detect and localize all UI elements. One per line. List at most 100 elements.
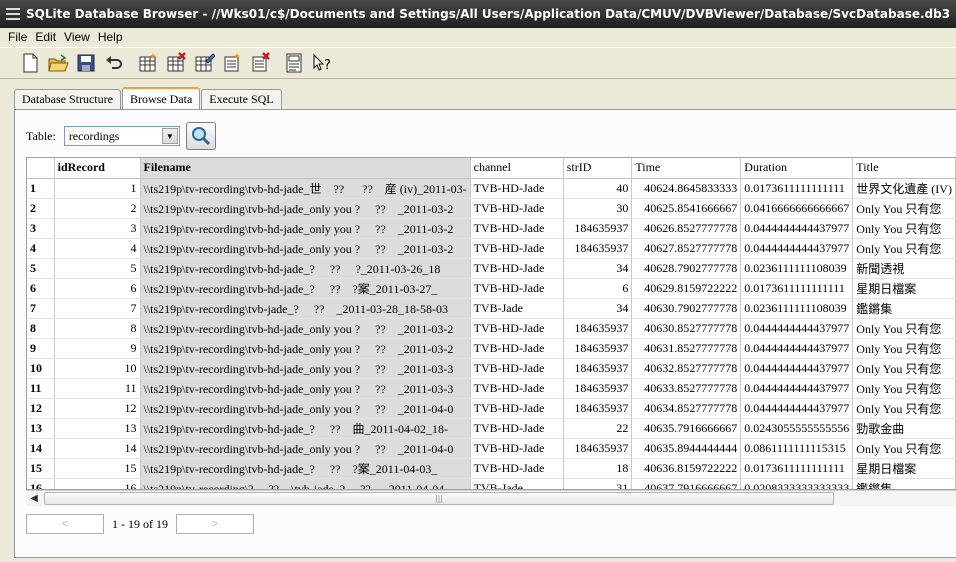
cell-title[interactable]: 鑑鏘集 <box>852 298 956 319</box>
table-row[interactable]: 3 3 \\ts219p\tv-recording\tvb-hd-jade_only… <box>27 218 956 239</box>
scroll-left-icon[interactable]: ◀ <box>26 491 42 507</box>
cell-duration[interactable]: 0.0416666666666667 <box>740 198 854 219</box>
cell-duration[interactable]: 0.0444444444437977 <box>740 398 854 419</box>
cell-idrecord[interactable]: 8 <box>54 318 141 339</box>
cell-strid[interactable]: 31 <box>563 478 633 489</box>
table-row[interactable]: 2 2 \\ts219p\tv-recording\tvb-hd-jade_only… <box>27 198 956 219</box>
cell-filename[interactable]: \\ts219p\tv-recording\tvb-hd-jade_only y… <box>140 438 471 459</box>
cell-duration[interactable]: 0.0173611111111111 <box>740 458 854 479</box>
row-number[interactable]: 10 <box>27 358 55 379</box>
cell-time[interactable]: 40630.8527777778 <box>631 318 742 339</box>
cell-time[interactable]: 40636.8159722222 <box>631 458 742 479</box>
cell-duration[interactable]: 0.0208333333333333 <box>740 478 854 489</box>
cell-duration[interactable]: 0.0243055555555556 <box>740 418 854 439</box>
table-row[interactable]: 8 8 \\ts219p\tv-recording\tvb-hd-jade_only… <box>27 318 956 339</box>
cell-duration[interactable]: 0.0173611111111111 <box>740 278 854 299</box>
cell-channel[interactable]: TVB-HD-Jade <box>470 198 564 219</box>
cell-duration[interactable]: 0.0444444444437977 <box>740 358 854 379</box>
cell-filename[interactable]: \\ts219p\tv-recording\tvb-hd-jade_only y… <box>140 318 471 339</box>
menu-view[interactable]: View <box>60 30 94 44</box>
create-index-icon[interactable] <box>218 49 246 77</box>
new-database-icon[interactable] <box>16 49 44 77</box>
row-number[interactable]: 11 <box>27 378 55 399</box>
cell-filename[interactable]: \\ts219p\tv-recording\tvb-hd-jade_? ?? 曲… <box>140 418 471 439</box>
cell-channel[interactable]: TVB-Jade <box>470 478 564 489</box>
cell-idrecord[interactable]: 11 <box>54 378 141 399</box>
column-header-title[interactable]: Title <box>852 158 956 179</box>
save-database-icon[interactable] <box>72 49 100 77</box>
cell-filename[interactable]: \\ts219p\tv-recording\tvb-jade_? ?? _201… <box>140 298 471 319</box>
cell-strid[interactable]: 6 <box>563 278 633 299</box>
cell-idrecord[interactable]: 16 <box>54 478 141 489</box>
cell-duration[interactable]: 0.0444444444437977 <box>740 238 854 259</box>
cell-idrecord[interactable]: 3 <box>54 218 141 239</box>
data-grid[interactable]: idRecord Filename channel strID Time Dur… <box>26 157 956 490</box>
table-row[interactable]: 1 1 \\ts219p\tv-recording\tvb-hd-jade_世 ??… <box>27 178 956 199</box>
cell-time[interactable]: 40628.7902777778 <box>631 258 742 279</box>
cell-filename[interactable]: \\ts219p\tv-recording\tvb-hd-jade_only y… <box>140 378 471 399</box>
cell-title[interactable]: 世界文化遺產 (IV) <box>852 178 956 199</box>
row-number[interactable]: 13 <box>27 418 55 439</box>
cell-title[interactable]: Only You 只有您 <box>852 398 956 419</box>
cell-title[interactable]: Only You 只有您 <box>852 438 956 459</box>
row-number[interactable]: 9 <box>27 338 55 359</box>
cell-channel[interactable]: TVB-HD-Jade <box>470 378 564 399</box>
cell-time[interactable]: 40627.8527777778 <box>631 238 742 259</box>
cell-channel[interactable]: TVB-HD-Jade <box>470 258 564 279</box>
delete-index-icon[interactable] <box>246 49 274 77</box>
cell-strid[interactable]: 34 <box>563 258 633 279</box>
cell-channel[interactable]: TVB-HD-Jade <box>470 458 564 479</box>
cell-time[interactable]: 40629.8159722222 <box>631 278 742 299</box>
next-page-button[interactable]: > <box>176 514 254 534</box>
cell-idrecord[interactable]: 6 <box>54 278 141 299</box>
previous-page-button[interactable]: < <box>26 514 104 534</box>
cell-strid[interactable]: 184635937 <box>563 398 633 419</box>
row-number[interactable]: 12 <box>27 398 55 419</box>
cell-filename[interactable]: \\ts219p\tv-recording\tvb-hd-jade_only y… <box>140 338 471 359</box>
row-number[interactable]: 8 <box>27 318 55 339</box>
cell-filename[interactable]: \\ts219p\tv-recording\tvb-hd-jade_only y… <box>140 238 471 259</box>
tab-browse-data[interactable]: Browse Data <box>121 87 201 110</box>
scroll-thumb[interactable]: ||| <box>44 492 834 505</box>
cell-strid[interactable]: 184635937 <box>563 238 633 259</box>
column-header-strid[interactable]: strID <box>563 158 633 179</box>
cell-title[interactable]: Only You 只有您 <box>852 318 956 339</box>
column-header-time[interactable]: Time <box>631 158 742 179</box>
row-number[interactable]: 7 <box>27 298 55 319</box>
cell-duration[interactable]: 0.0173611111111111 <box>740 178 854 199</box>
table-select[interactable]: recordings ▼ <box>63 126 180 146</box>
cell-time[interactable]: 40634.8527777778 <box>631 398 742 419</box>
table-row[interactable]: 10 10 \\ts219p\tv-recording\tvb-hd-jade_on… <box>27 358 956 379</box>
cell-idrecord[interactable]: 5 <box>54 258 141 279</box>
horizontal-scrollbar[interactable]: ◀ ||| <box>26 490 956 506</box>
cell-time[interactable]: 40626.8527777778 <box>631 218 742 239</box>
cell-filename[interactable]: \\ts219p\tv-recording\tvb-hd-jade_? ?? ?… <box>140 278 471 299</box>
cell-idrecord[interactable]: 4 <box>54 238 141 259</box>
row-number[interactable]: 15 <box>27 458 55 479</box>
cell-time[interactable]: 40633.8527777778 <box>631 378 742 399</box>
cell-title[interactable]: Only You 只有您 <box>852 378 956 399</box>
chevron-down-icon[interactable]: ▼ <box>161 128 178 144</box>
row-number[interactable]: 6 <box>27 278 55 299</box>
cell-title[interactable]: Only You 只有您 <box>852 338 956 359</box>
cell-channel[interactable]: TVB-HD-Jade <box>470 338 564 359</box>
column-header-channel[interactable]: channel <box>470 158 564 179</box>
column-header-filename[interactable]: Filename <box>140 158 471 179</box>
cell-time[interactable]: 40635.7916666667 <box>631 418 742 439</box>
app-menu-icon[interactable] <box>6 8 20 20</box>
table-row[interactable]: 5 5 \\ts219p\tv-recording\tvb-hd-jade_? ??… <box>27 258 956 279</box>
table-row[interactable]: 11 11 \\ts219p\tv-recording\tvb-hd-jade_on… <box>27 378 956 399</box>
cell-idrecord[interactable]: 9 <box>54 338 141 359</box>
cell-filename[interactable]: \\ts219p\tv-recording\tvb-hd-jade_only y… <box>140 218 471 239</box>
cell-channel[interactable]: TVB-HD-Jade <box>470 238 564 259</box>
cell-idrecord[interactable]: 7 <box>54 298 141 319</box>
cell-duration[interactable]: 0.0861111111115315 <box>740 438 854 459</box>
cell-title[interactable]: 勁歌金曲 <box>852 418 956 439</box>
cell-duration[interactable]: 0.0236111111108039 <box>740 298 854 319</box>
corner-header[interactable] <box>27 158 55 179</box>
cell-strid[interactable]: 22 <box>563 418 633 439</box>
cell-channel[interactable]: TVB-HD-Jade <box>470 438 564 459</box>
table-row[interactable]: 13 13 \\ts219p\tv-recording\tvb-hd-jade_? … <box>27 418 956 439</box>
cell-time[interactable]: 40630.7902777778 <box>631 298 742 319</box>
table-row[interactable]: 16 16 \\ts219p\tv-recording\? ?? \tvb-jade… <box>27 478 956 489</box>
